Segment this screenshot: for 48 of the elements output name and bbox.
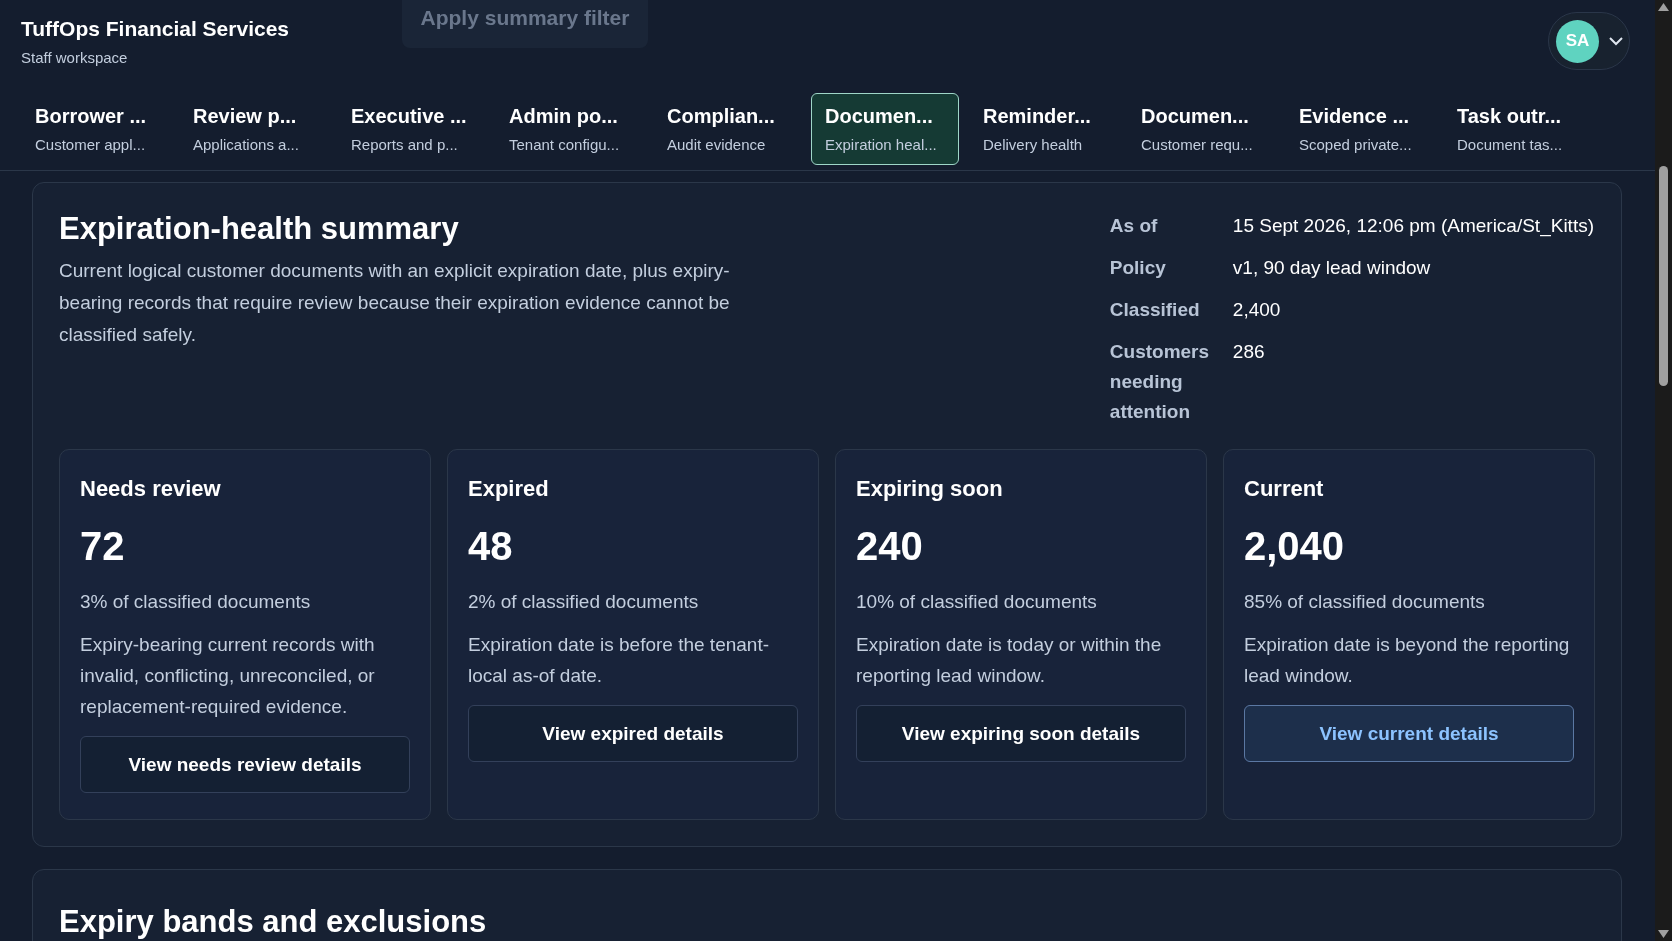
organization-name: TuffOps Financial Services xyxy=(21,17,290,41)
meta-label: Policy xyxy=(1109,256,1167,280)
user-avatar: SA xyxy=(1556,19,1599,63)
card-count: 2,040 xyxy=(1244,524,1345,569)
scroll-thumb[interactable] xyxy=(1659,166,1668,386)
card-count: 72 xyxy=(80,524,125,569)
scroll-up-arrow-icon[interactable] xyxy=(1658,3,1669,11)
card-description: Expiration date is before the tenant-local as-of date. xyxy=(468,633,771,688)
section-heading: Expiration-health summary xyxy=(59,211,460,247)
meta-value: v1, 90 day lead window xyxy=(1232,256,1432,280)
meta-label: Classified xyxy=(1109,298,1201,322)
meta-value: 2,400 xyxy=(1232,298,1282,322)
card-count: 48 xyxy=(468,524,513,569)
card-share: 10% of classified documents xyxy=(856,591,1097,613)
nav-tab[interactable]: Admin po... Tenant configu... xyxy=(495,93,643,165)
card-title: Current xyxy=(1244,476,1324,502)
details-button[interactable]: View expired details xyxy=(468,705,798,762)
card-share: 2% of classified documents xyxy=(468,591,699,613)
card-count: 240 xyxy=(856,524,923,569)
nav-tab[interactable]: Complian... Audit evidence xyxy=(653,93,801,165)
workspace-label: Staff workspace xyxy=(21,49,129,66)
section-description: Current logical customer documents with an explicit expiration date, plus expiry-bearing records that require review because their expiration evidence cannot be classified safely. xyxy=(59,259,731,347)
chevron-down-icon xyxy=(1609,36,1623,46)
card-description: Expiry-bearing current records with invalid, conflicting, unreconciled, or replacement-required evidence. xyxy=(80,633,376,719)
card-title: Needs review xyxy=(80,476,221,502)
meta-label: As of xyxy=(1109,214,1159,238)
card-share: 85% of classified documents xyxy=(1244,591,1485,613)
section-heading: Expiry bands and exclusions xyxy=(59,904,488,940)
nav-tab[interactable]: Executive ... Reports and p... xyxy=(337,93,485,165)
details-button[interactable]: View expiring soon details xyxy=(856,705,1186,762)
meta-value: 15 Sept 2026, 12:06 pm (America/St_Kitts) xyxy=(1232,214,1594,239)
nav-tab[interactable]: Documen... Customer requ... xyxy=(1127,93,1275,165)
nav-tab[interactable]: Reminder... Delivery health xyxy=(969,93,1117,165)
nav-tab[interactable]: Review p... Applications a... xyxy=(179,93,327,165)
meta-label: Customers needing attention xyxy=(1109,340,1210,424)
card-description: Expiration date is beyond the reporting lead window. xyxy=(1244,633,1571,688)
card-title: Expiring soon xyxy=(856,476,1003,502)
card-description: Expiration date is today or within the reporting lead window. xyxy=(856,633,1163,688)
nav-tab[interactable]: Evidence ... Scoped private... xyxy=(1285,93,1433,165)
card-share: 3% of classified documents xyxy=(80,591,311,613)
card-title: Expired xyxy=(468,476,549,502)
nav-tab[interactable]: Task outr... Document tas... xyxy=(1443,93,1591,165)
details-button[interactable]: View current details xyxy=(1244,705,1574,762)
details-button[interactable]: View needs review details xyxy=(80,736,410,793)
nav-tab[interactable]: Documen... Expiration heal... xyxy=(811,93,959,165)
meta-value: 286 xyxy=(1232,340,1266,364)
nav-tab[interactable]: Borrower ... Customer appl... xyxy=(21,93,169,165)
scroll-down-arrow-icon[interactable] xyxy=(1658,930,1669,938)
